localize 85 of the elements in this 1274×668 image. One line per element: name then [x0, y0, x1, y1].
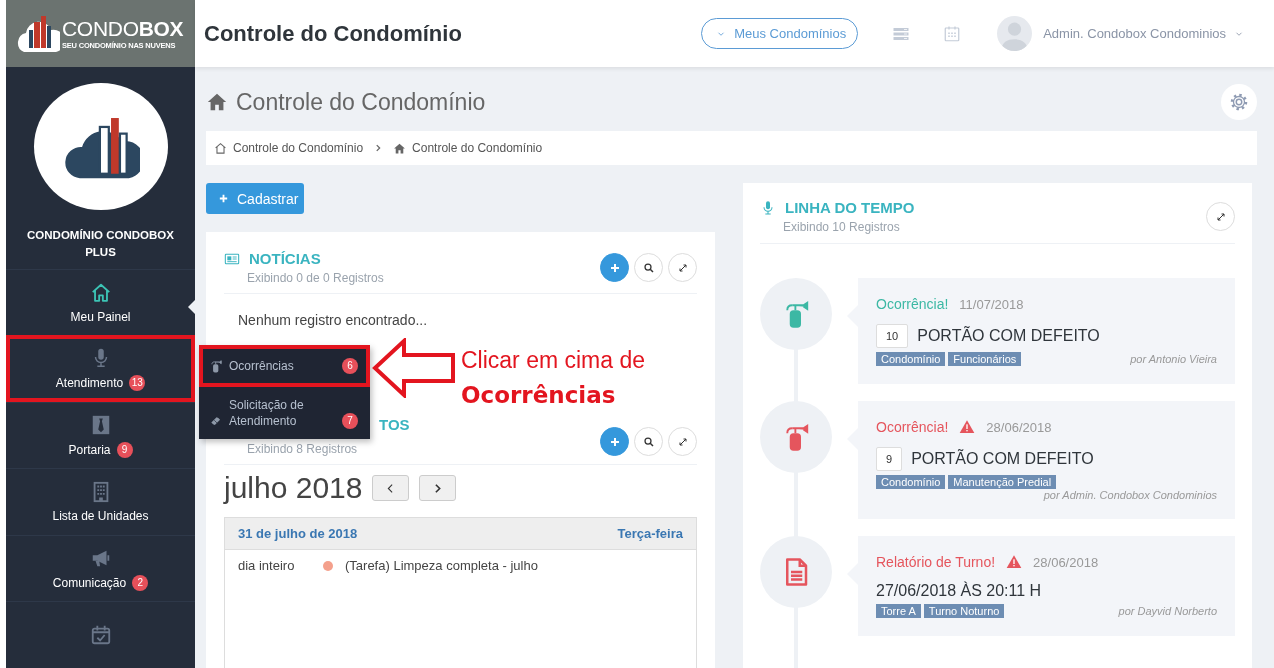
entry-date: 28/06/2018: [1033, 554, 1099, 570]
nav-label: Lista de Unidades: [52, 509, 149, 524]
entry-date: 11/07/2018: [959, 296, 1024, 312]
nav-label: Portaria: [68, 442, 111, 457]
nav-label: Comunicação: [52, 575, 127, 590]
search-icon: [642, 435, 655, 448]
expand-icon: [1214, 210, 1227, 223]
count-badge: 6: [342, 358, 358, 374]
settings-icon: [1228, 91, 1250, 113]
fire-extinguisher-icon: [209, 359, 223, 373]
entry-author: por Dayvid Norberto: [1118, 605, 1217, 617]
expand-button[interactable]: [668, 253, 697, 282]
settings-button[interactable]: [1221, 84, 1257, 120]
calendar-check-icon: [89, 624, 112, 647]
tag-label: Condomínio: [876, 352, 946, 366]
nav-item[interactable]: Portaria 9: [6, 401, 195, 469]
submenu-label: Solicitação de Atendimento: [229, 397, 305, 429]
entry-date: 28/06/2018: [986, 419, 1052, 435]
add-button[interactable]: [600, 253, 629, 282]
breadcrumb-link[interactable]: Controle do Condomínio: [233, 141, 364, 155]
expand-icon: [676, 261, 689, 274]
avatar-icon[interactable]: [997, 16, 1033, 51]
expand-button[interactable]: [1206, 202, 1235, 231]
expand-button[interactable]: [668, 427, 697, 456]
count-badge: 2: [132, 574, 149, 591]
nav-item[interactable]: Atendimento 13: [6, 335, 195, 402]
tag-label: Torre A: [876, 604, 921, 618]
header-title: Controle do Condomínio: [203, 20, 462, 47]
submenu-label: Ocorrências: [229, 358, 295, 374]
section-subtitle: Exibindo 10 Registros: [783, 220, 901, 234]
plus-icon: [608, 435, 621, 448]
annotation-text: Clicar em cima de Ocorrências: [461, 346, 647, 410]
day-weekday: Terça-feira: [617, 526, 683, 541]
nav-label: Meu Painel: [70, 309, 131, 324]
entry-number: 9: [876, 447, 903, 471]
submenu-item[interactable]: Solicitação de Atendimento 7: [199, 387, 370, 439]
condo-name: CONDOMÍNIO CONDOBOX PLUS: [26, 228, 175, 261]
entry-heading: PORTÃO COM DEFEITO: [911, 450, 1094, 468]
microphone-icon: [760, 199, 776, 216]
count-badge: 7: [342, 413, 358, 429]
section-subtitle: Exibindo 0 de 0 Registros: [247, 271, 384, 285]
brand-name: CONDOBOX: [62, 17, 184, 40]
calendar-icon[interactable]: [943, 24, 962, 43]
count-badge: 9: [116, 441, 133, 458]
tag-label: Turno Noturno: [923, 604, 1005, 618]
expand-icon: [676, 435, 689, 448]
warning-icon: [959, 419, 976, 435]
warning-icon: [1006, 554, 1023, 570]
entry-type: Ocorrência!: [876, 419, 949, 435]
search-icon: [642, 261, 655, 274]
entry-author: por Admin. Condobox Condominios: [1043, 489, 1217, 501]
event-time: dia inteiro: [238, 558, 296, 573]
plus-icon: [608, 261, 621, 274]
house-icon: [214, 141, 227, 155]
house-icon: [393, 141, 407, 155]
entry-type: Relatório de Turno!: [876, 554, 996, 570]
section-title: TOS: [379, 414, 410, 434]
day-date: 31 de julho de 2018: [238, 526, 358, 541]
empty-message: Nenhum registro encontrado...: [237, 311, 429, 328]
house-icon: [206, 91, 228, 113]
next-button[interactable]: [419, 475, 457, 501]
previous-button[interactable]: [372, 475, 410, 501]
tag-label: Manutenção Predial: [948, 475, 1057, 489]
add-button[interactable]: [600, 427, 629, 456]
entry-type: Ocorrência!: [876, 296, 949, 312]
entry-number: 10: [876, 324, 909, 348]
event-title[interactable]: (Tarefa) Limpeza completa - julho: [345, 558, 538, 573]
page-title: Controle do Condomínio: [236, 88, 486, 116]
tag-label: Condomínio: [876, 475, 946, 489]
section-subtitle: Exibindo 8 Registros: [247, 442, 359, 456]
nav-label: Atendimento: [55, 376, 124, 391]
plus-icon: [218, 193, 229, 204]
search-button[interactable]: [634, 253, 663, 282]
month-title: julho 2018: [224, 471, 363, 505]
submenu-item[interactable]: Ocorrências 6: [199, 345, 370, 387]
entry-author: por Antonio Vieira: [1130, 353, 1217, 365]
house-icon: [89, 281, 112, 304]
entry-heading: PORTÃO COM DEFEITO: [917, 327, 1100, 345]
count-badge: 13: [129, 375, 146, 392]
breadcrumb-link[interactable]: Controle do Condomínio: [412, 141, 543, 155]
section-title: LINHA DO TEMPO: [785, 199, 915, 216]
section-title: NOTÍCIAS: [249, 250, 321, 267]
tag-label: Funcionários: [948, 352, 1022, 366]
entry-heading: 27/06/2018 ÀS 20:11 H: [876, 582, 1042, 600]
search-button[interactable]: [634, 427, 663, 456]
